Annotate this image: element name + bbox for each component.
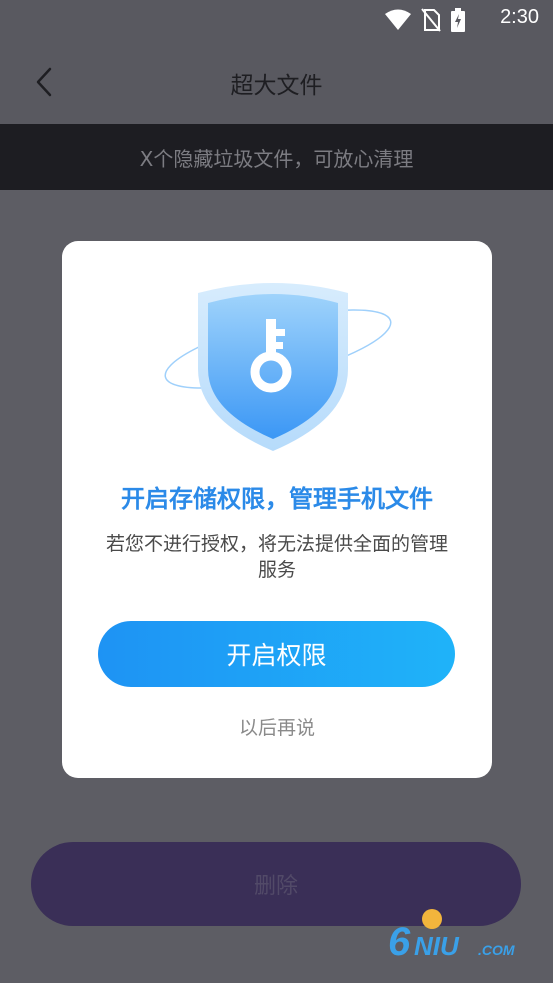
status-bar: 2:30 bbox=[0, 0, 553, 40]
dialog-description: 若您不进行授权，将无法提供全面的管理服务 bbox=[105, 533, 448, 581]
svg-text:6: 6 bbox=[388, 920, 411, 964]
wifi-icon bbox=[385, 9, 411, 30]
battery-charging-icon bbox=[451, 8, 465, 32]
later-button[interactable]: 以后再说 bbox=[62, 713, 492, 740]
permission-dialog: 开启存储权限，管理手机文件 若您不进行授权，将无法提供全面的管理服务 开启权限 … bbox=[62, 241, 492, 778]
svg-text:NIU: NIU bbox=[414, 931, 460, 961]
dialog-title: 开启存储权限，管理手机文件 bbox=[121, 485, 433, 513]
status-time: 2:30 bbox=[500, 6, 539, 28]
enable-permission-button[interactable]: 开启权限 bbox=[98, 621, 455, 687]
notice-text: X个隐藏垃圾文件，可放心清理 bbox=[139, 146, 414, 171]
no-sim-icon bbox=[421, 8, 441, 32]
status-icons bbox=[385, 8, 465, 32]
page-title: 超大文件 bbox=[230, 73, 323, 99]
svg-text:.COM: .COM bbox=[478, 942, 515, 958]
shield-key-icon bbox=[158, 279, 398, 469]
notice-bar: X个隐藏垃圾文件，可放心清理 bbox=[0, 124, 553, 190]
watermark-logo: 6 NIU .COM bbox=[388, 905, 538, 965]
app-bar: 超大文件 bbox=[0, 40, 553, 124]
